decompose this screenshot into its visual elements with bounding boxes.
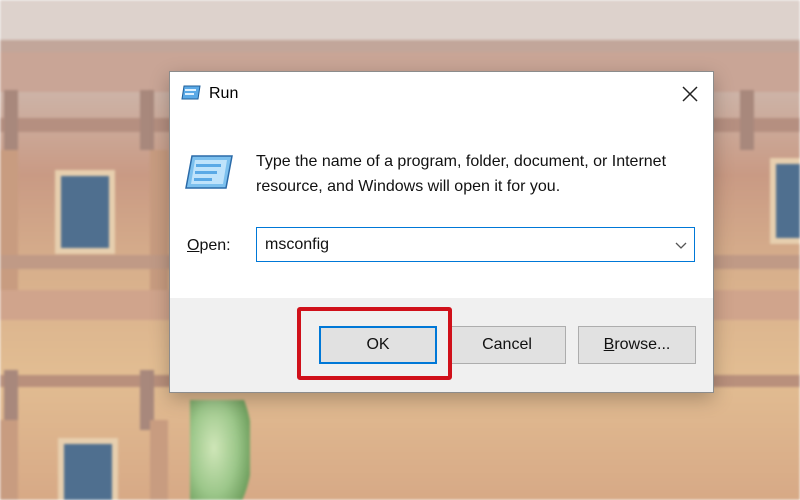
- open-combobox[interactable]: [256, 227, 695, 262]
- close-button[interactable]: [667, 72, 713, 116]
- run-icon: [181, 85, 201, 101]
- run-dialog: Run Type the name of a program, folder, …: [169, 71, 714, 393]
- browse-label: rowse...: [614, 336, 671, 353]
- run-icon: [184, 154, 234, 194]
- button-bar: OK Cancel Browse...: [170, 298, 713, 392]
- title-bar[interactable]: Run: [170, 72, 713, 116]
- open-label-accesskey: O: [187, 237, 200, 254]
- chevron-down-icon[interactable]: [674, 238, 688, 252]
- open-label-text: pen:: [199, 237, 231, 254]
- plant-bud: [190, 400, 250, 500]
- cancel-button[interactable]: Cancel: [448, 326, 566, 364]
- browse-button[interactable]: Browse...: [578, 326, 696, 364]
- open-input[interactable]: [265, 228, 665, 261]
- ok-button[interactable]: OK: [319, 326, 437, 364]
- open-label: Open:: [187, 237, 231, 255]
- close-icon: [682, 86, 698, 102]
- dialog-title: Run: [209, 85, 239, 102]
- dialog-description: Type the name of a program, folder, docu…: [256, 153, 667, 195]
- browse-accesskey: B: [603, 336, 615, 353]
